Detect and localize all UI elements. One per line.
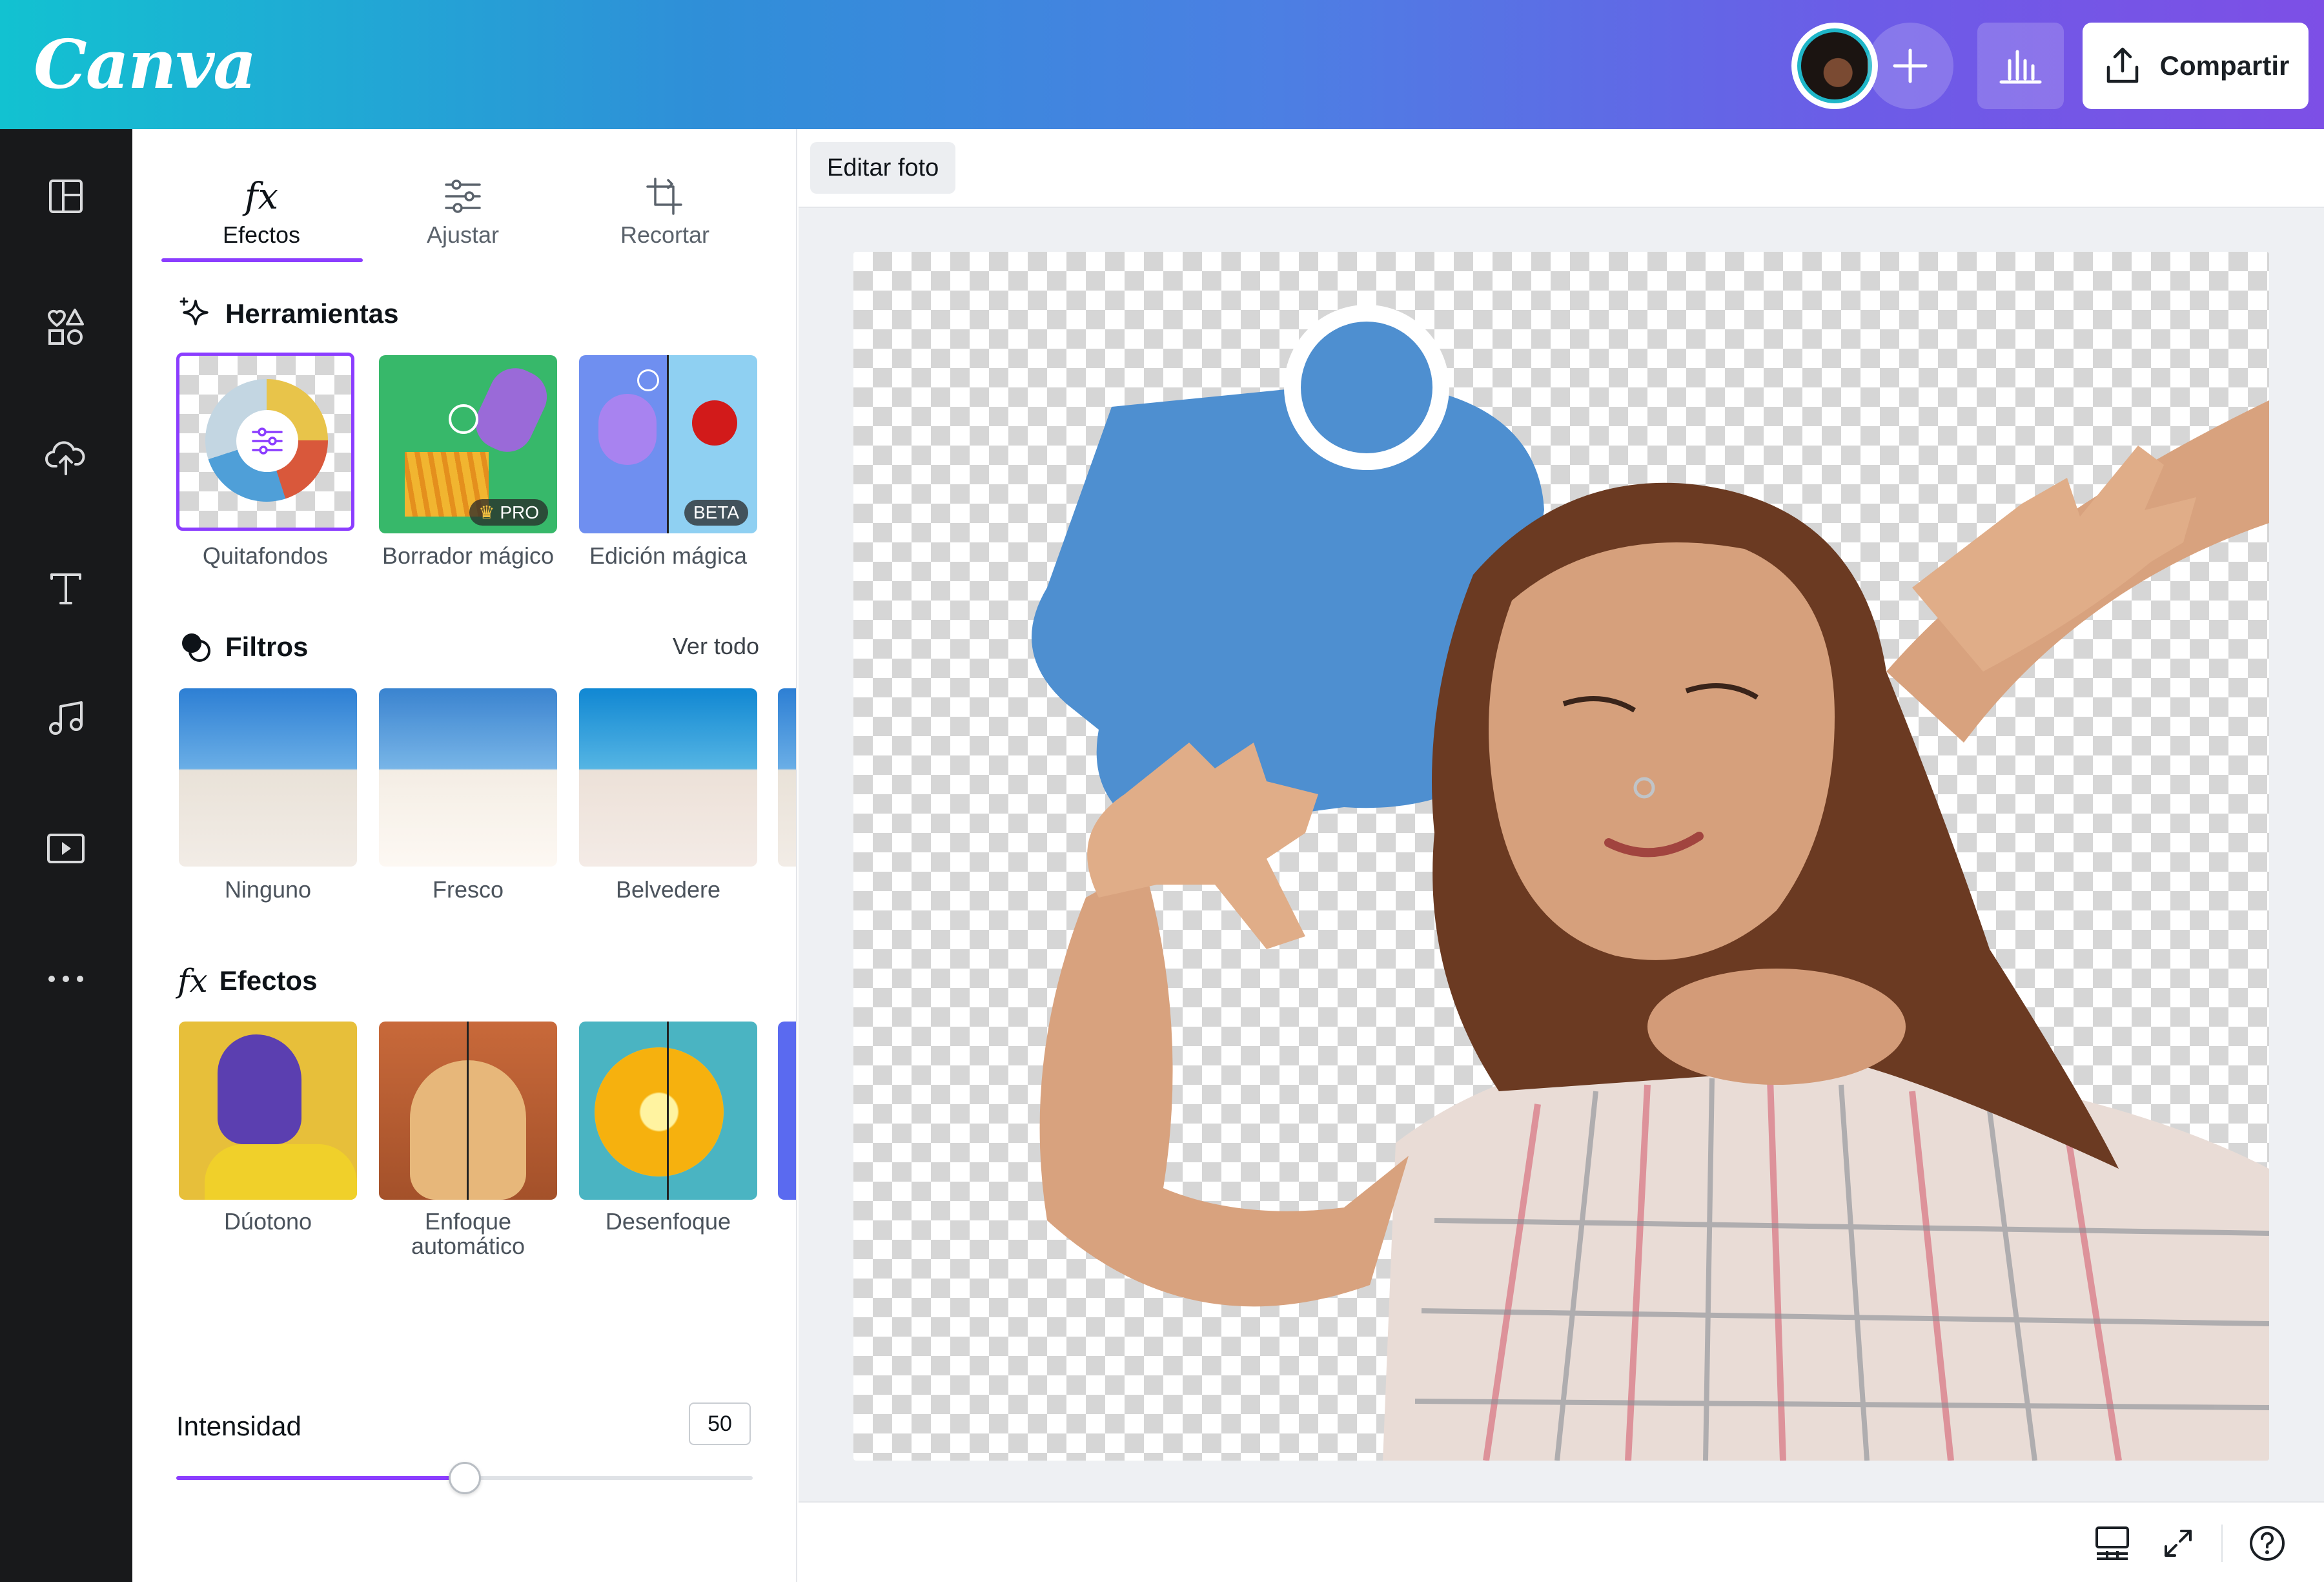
bar-chart-icon <box>1999 50 2042 84</box>
effect-label: Enfoque automático <box>411 1208 525 1259</box>
filter-fresco[interactable] <box>379 688 557 867</box>
add-collaborator-button[interactable] <box>1867 23 1953 109</box>
effect-label: Dúotono <box>223 1208 312 1235</box>
upload-icon <box>2106 47 2138 83</box>
effect-label: Desenfoque <box>605 1208 731 1235</box>
crown-icon: ♛ <box>478 502 495 522</box>
help-icon <box>2250 1526 2285 1561</box>
beta-badge: BETA <box>684 500 748 526</box>
cloud-upload-icon <box>45 441 85 475</box>
help-button[interactable] <box>2245 1521 2290 1566</box>
filter-label: Fresco <box>432 876 504 903</box>
filter-label: Belvedere <box>615 876 721 903</box>
left-arm <box>1039 865 1409 1307</box>
share-label: Compartir <box>2159 50 2290 81</box>
tab-label: Ajustar <box>426 221 500 248</box>
effects-section-title: fx Efectos <box>178 962 318 1000</box>
rail-uploads-button[interactable] <box>40 431 92 483</box>
tab-adjust[interactable]: Ajustar <box>363 171 563 249</box>
tool-label: Borrador mágico <box>382 542 555 569</box>
tab-label: Efectos <box>222 221 301 248</box>
footer-divider <box>2221 1525 2223 1562</box>
effect-duotone[interactable] <box>179 1022 357 1200</box>
share-button[interactable]: Compartir <box>2083 23 2309 109</box>
intensity-slider[interactable] <box>176 1462 753 1494</box>
grid-view-icon <box>2095 1526 2129 1560</box>
fx-icon: fx <box>244 175 279 218</box>
filters-section-title: Filtros <box>178 629 308 665</box>
sliders-badge <box>236 410 298 472</box>
intensity-label: Intensidad <box>176 1411 301 1441</box>
music-note-icon <box>49 701 83 735</box>
page-view-button[interactable] <box>2090 1521 2135 1566</box>
intensity-slider-fill <box>176 1476 465 1480</box>
filters-icon <box>182 633 210 662</box>
effect-next-peek[interactable] <box>778 1022 796 1200</box>
edit-photo-button[interactable]: Editar foto <box>810 142 956 194</box>
tab-label: Recortar <box>620 221 710 248</box>
sliders-icon <box>445 180 481 213</box>
effect-blur[interactable] <box>579 1022 757 1200</box>
side-rail <box>0 129 132 1582</box>
face <box>1489 542 1835 960</box>
editor-area: Editar foto <box>799 129 2324 1582</box>
editor-footer <box>799 1501 2324 1582</box>
avatar[interactable] <box>1791 23 1878 109</box>
intensity-slider-thumb[interactable] <box>448 1462 481 1494</box>
top-bar: Canva Compartir <box>0 0 2324 129</box>
sparkle-icon <box>179 297 209 325</box>
more-dots-icon <box>48 976 83 982</box>
filter-next-peek[interactable] <box>778 688 796 867</box>
rail-templates-button[interactable] <box>40 170 92 222</box>
editor-toolbar: Editar foto <box>799 129 2324 208</box>
tab-crop[interactable]: Recortar <box>565 171 765 249</box>
crop-icon <box>646 178 682 215</box>
insights-button[interactable] <box>1977 23 2064 109</box>
plus-icon <box>1893 48 1928 83</box>
fx-icon: fx <box>178 962 208 1000</box>
fullscreen-button[interactable] <box>2156 1521 2201 1566</box>
video-play-icon <box>47 834 85 863</box>
canva-logo[interactable]: Canva <box>34 25 257 104</box>
effect-auto-focus[interactable] <box>379 1022 557 1200</box>
sliders-icon <box>252 427 283 455</box>
expand-icon <box>2165 1530 2192 1557</box>
pro-badge: ♛ PRO <box>469 499 548 526</box>
edited-photo <box>1032 305 2269 1461</box>
tool-label: Quitafondos <box>202 542 329 569</box>
elements-icon <box>47 309 84 345</box>
rail-more-button[interactable] <box>40 953 92 1005</box>
tool-label: Edición mágica <box>589 542 748 569</box>
filter-belvedere[interactable] <box>579 688 757 867</box>
tool-background-remover[interactable] <box>176 353 354 531</box>
white-ring <box>1284 305 1449 470</box>
rail-elements-button[interactable] <box>40 301 92 353</box>
tools-section-title: Herramientas <box>178 296 398 332</box>
filter-none[interactable] <box>179 688 357 867</box>
active-tab-indicator <box>161 258 363 262</box>
tool-magic-edit[interactable]: BETA <box>579 355 757 533</box>
tab-effects[interactable]: fx Efectos <box>161 171 362 249</box>
text-icon <box>50 573 81 604</box>
tool-magic-eraser[interactable]: ♛ PRO <box>379 355 557 533</box>
rail-video-button[interactable] <box>40 823 92 874</box>
see-all-filters-link[interactable]: Ver todo <box>673 633 759 660</box>
edit-photo-panel: fx Efectos Ajustar Recortar Herramientas… <box>132 129 797 1582</box>
rail-audio-button[interactable] <box>40 692 92 744</box>
rail-text-button[interactable] <box>40 562 92 613</box>
intensity-value-input[interactable]: 50 <box>689 1402 751 1445</box>
layout-icon <box>49 180 83 213</box>
photo-canvas[interactable] <box>853 252 2269 1461</box>
filter-label: Ninguno <box>224 876 312 903</box>
